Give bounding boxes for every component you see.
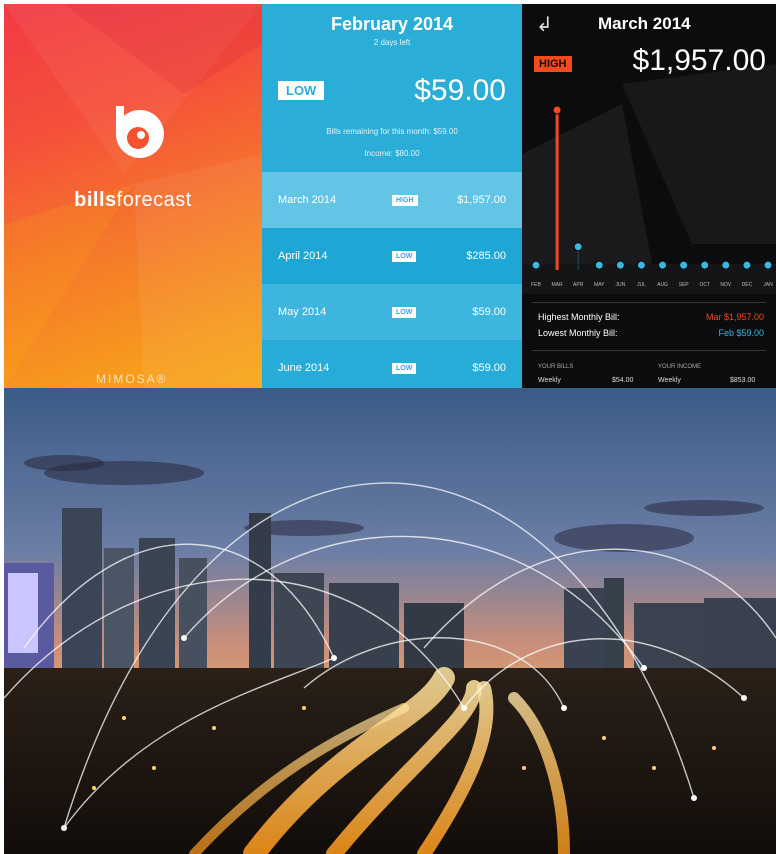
your-income-label: YOUR INCOME bbox=[658, 364, 702, 370]
app-name-light: forecast bbox=[116, 189, 192, 211]
your-bills-label: YOUR BILLS bbox=[538, 364, 574, 370]
chart-point[interactable] bbox=[531, 260, 541, 270]
income-note: Income: $80.00 bbox=[364, 149, 420, 158]
level-badge: HIGH bbox=[534, 56, 572, 72]
chart-point[interactable] bbox=[742, 260, 752, 270]
level-badge: LOW bbox=[278, 81, 325, 100]
chart-point[interactable] bbox=[679, 260, 689, 270]
app-name-bold: bills bbox=[74, 189, 117, 211]
month-row-march[interactable]: March 2014 HIGH $1,957.00 bbox=[262, 172, 522, 228]
chart-tick-label: AUG bbox=[657, 282, 668, 288]
row-month: June 2014 bbox=[278, 362, 330, 374]
chart-point[interactable] bbox=[594, 260, 604, 270]
app-wordmark: billsforecast bbox=[4, 189, 262, 212]
divider bbox=[532, 350, 766, 351]
chart-tick-label: JAN bbox=[763, 282, 773, 288]
forecast-screen: February 2014 2 days left LOW $59.00 Bil… bbox=[262, 4, 522, 388]
highest-value: Mar $1,957.00 bbox=[705, 312, 764, 322]
brand-label: MIMOSA® bbox=[96, 372, 168, 386]
monthly-bills-chart: FEB MAR APR MAY JUN JUL AUG SEP OCT NOV DEC JAN bbox=[531, 105, 773, 288]
month-detail-screen: ↲ March 2014 HIGH $1,957.00 FEB MAR APR MAY… bbox=[522, 4, 776, 388]
back-arrow-icon[interactable]: ↲ bbox=[536, 12, 553, 37]
month-row-may[interactable]: May 2014 LOW $59.00 bbox=[262, 284, 522, 340]
row-level-badge: LOW bbox=[392, 306, 417, 318]
row-amount: $1,957.00 bbox=[457, 194, 506, 206]
your-income-period: Weekly bbox=[658, 377, 681, 384]
chart-point[interactable] bbox=[615, 260, 625, 270]
splash-screen: billsforecast MIMOSA® bbox=[4, 4, 262, 388]
row-level-badge: LOW bbox=[392, 362, 417, 374]
city-ground bbox=[4, 668, 776, 854]
chart-tick-label: APR bbox=[573, 282, 584, 288]
row-month: March 2014 bbox=[278, 194, 337, 206]
current-amount: $59.00 bbox=[414, 74, 506, 107]
chart-tick-label: FEB bbox=[531, 282, 541, 288]
chart-tick-label: NOV bbox=[720, 282, 732, 288]
row-month: April 2014 bbox=[278, 250, 328, 262]
row-level-badge: LOW bbox=[392, 250, 417, 262]
chart-point[interactable] bbox=[763, 260, 773, 270]
city-network-photo bbox=[4, 388, 776, 854]
chart-point[interactable] bbox=[552, 105, 562, 115]
row-amount: $59.00 bbox=[472, 306, 506, 318]
highest-label: Highest Monthly Bill: bbox=[538, 312, 620, 322]
app-logo-icon bbox=[115, 106, 164, 158]
current-month-title: February 2014 bbox=[330, 14, 454, 34]
your-bills-period: Weekly bbox=[538, 377, 561, 384]
your-bills-value: $54.00 bbox=[612, 377, 634, 384]
row-amount: $59.00 bbox=[472, 362, 506, 374]
row-month: May 2014 bbox=[278, 306, 327, 318]
chart-point[interactable] bbox=[721, 260, 731, 270]
chart-point[interactable] bbox=[636, 260, 646, 270]
your-income-value: $853.00 bbox=[730, 377, 756, 384]
chart-tick-label: JUN bbox=[615, 282, 625, 288]
lowest-label: Lowest Monthly Bill: bbox=[538, 328, 618, 338]
days-left-label: 2 days left bbox=[373, 38, 411, 47]
chart-tick-label: MAY bbox=[594, 282, 605, 288]
chart-tick-label: DEC bbox=[742, 282, 753, 288]
month-row-june[interactable]: June 2014 LOW $59.00 bbox=[262, 340, 522, 388]
detail-month-title: March 2014 bbox=[598, 14, 691, 33]
chart-tick-label: JUL bbox=[637, 282, 646, 288]
chart-tick-label: OCT bbox=[699, 282, 710, 288]
row-amount: $285.00 bbox=[466, 250, 506, 262]
divider bbox=[532, 302, 766, 303]
lowest-value: Feb $59.00 bbox=[718, 328, 764, 338]
month-row-april[interactable]: April 2014 LOW $285.00 bbox=[262, 228, 522, 284]
chart-point[interactable] bbox=[658, 260, 668, 270]
chart-tick-label: MAR bbox=[552, 282, 564, 288]
chart-point[interactable] bbox=[700, 260, 710, 270]
remaining-note: Bills remaining for this month: $59.00 bbox=[326, 127, 458, 136]
row-level-badge: HIGH bbox=[392, 194, 418, 206]
detail-amount: $1,957.00 bbox=[632, 44, 766, 77]
chart-point[interactable] bbox=[573, 242, 583, 252]
chart-tick-label: SEP bbox=[679, 282, 690, 288]
